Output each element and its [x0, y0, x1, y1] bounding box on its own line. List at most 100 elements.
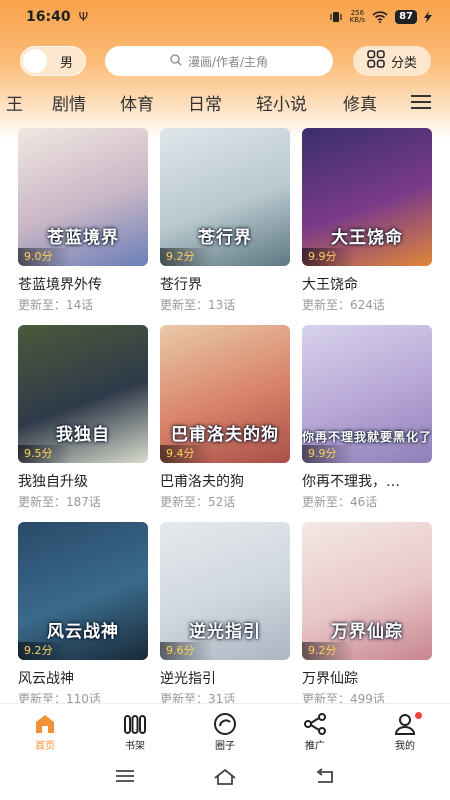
gender-label: 男 — [60, 56, 74, 71]
back-button-icon[interactable] — [314, 768, 336, 790]
comic-card[interactable]: 巴甫洛夫的狗 9.4分 巴甫洛夫的狗 更新至：52话 — [160, 325, 290, 511]
cover-title: 巴甫洛夫的狗 — [171, 425, 279, 445]
cover-title: 风云战神 — [47, 622, 119, 642]
home-icon — [33, 712, 57, 736]
usb-icon: Ψ — [78, 10, 89, 24]
nav-bookshelf[interactable]: 书架 — [90, 704, 180, 756]
comic-title[interactable]: 大王饶命 — [302, 274, 432, 294]
search-placeholder: 漫画/作者/主角 — [187, 54, 269, 69]
vibrate-icon — [329, 11, 343, 23]
tab-light-novel[interactable]: 轻小说 — [256, 90, 307, 115]
comic-title[interactable]: 苍行界 — [160, 274, 290, 294]
rating-badge: 9.2分 — [18, 642, 71, 660]
nav-promote-label: 推广 — [305, 741, 325, 752]
bottom-nav: 首页 书架 圈子 推广 我的 — [0, 703, 450, 755]
comic-card[interactable]: 我独自 9.5分 我独自升级 更新至：187话 — [18, 325, 148, 511]
comic-cover[interactable]: 苍蓝境界 9.0分 — [18, 128, 148, 266]
comic-cover[interactable]: 苍行界 9.2分 — [160, 128, 290, 266]
comic-title[interactable]: 你再不理我，… — [302, 471, 432, 491]
nav-home[interactable]: 首页 — [0, 704, 90, 756]
comic-cover[interactable]: 你再不理我就要黑化了 9.9分 — [302, 325, 432, 463]
menu-button-icon[interactable] — [114, 768, 136, 788]
grid-icon — [367, 50, 385, 72]
comic-title[interactable]: 我独自升级 — [18, 471, 148, 491]
charging-icon — [424, 11, 432, 23]
comic-cover[interactable]: 巴甫洛夫的狗 9.4分 — [160, 325, 290, 463]
system-nav — [0, 758, 450, 800]
user-icon — [393, 712, 417, 736]
tab-cultivation[interactable]: 修真 — [343, 90, 377, 115]
comic-title[interactable]: 苍蓝境界外传 — [18, 274, 148, 294]
rating-badge: 9.2分 — [302, 642, 355, 660]
tab-daily[interactable]: 日常 — [188, 90, 222, 115]
update-status: 更新至：13话 — [160, 298, 236, 312]
cover-title: 万界仙踪 — [331, 622, 403, 642]
nav-home-label: 首页 — [35, 741, 55, 752]
share-icon — [303, 712, 327, 736]
net-speed-unit: KB/s — [349, 16, 366, 24]
comic-cover[interactable]: 我独自 9.5分 — [18, 325, 148, 463]
rating-badge: 9.0分 — [18, 248, 71, 266]
comic-card[interactable]: 风云战神 9.2分 风云战神 更新至：110话 — [18, 522, 148, 708]
comic-card[interactable]: 万界仙踪 9.2分 万界仙踪 更新至：499话 — [302, 522, 432, 708]
comic-title[interactable]: 逆光指引 — [160, 668, 290, 688]
comic-card[interactable]: 你再不理我就要黑化了 9.9分 你再不理我，… 更新至：46话 — [302, 325, 432, 511]
gender-toggle[interactable]: 男 — [20, 46, 86, 76]
comic-cover[interactable]: 万界仙踪 9.2分 — [302, 522, 432, 660]
comic-title[interactable]: 风云战神 — [18, 668, 148, 688]
comic-card[interactable]: 苍蓝境界 9.0分 苍蓝境界外传 更新至：14话 — [18, 128, 148, 314]
battery-indicator: 87 — [395, 10, 417, 24]
category-tabs: 王 剧情 体育 日常 轻小说 修真 — [0, 86, 450, 118]
comic-title[interactable]: 巴甫洛夫的狗 — [160, 471, 290, 491]
update-status: 更新至：52话 — [160, 495, 236, 509]
rating-badge: 9.5分 — [18, 445, 71, 463]
update-status: 更新至：46话 — [302, 495, 378, 509]
nav-circle[interactable]: 圈子 — [180, 704, 270, 756]
search-icon — [170, 53, 182, 69]
comic-title[interactable]: 万界仙踪 — [302, 668, 432, 688]
comic-cover[interactable]: 逆光指引 9.6分 — [160, 522, 290, 660]
home-button-icon[interactable] — [213, 768, 237, 790]
cover-title: 逆光指引 — [189, 622, 261, 642]
tab-sports[interactable]: 体育 — [120, 90, 154, 115]
rating-badge: 9.4分 — [160, 445, 213, 463]
cover-title: 大王饶命 — [331, 228, 403, 248]
update-status: 更新至：14话 — [18, 298, 94, 312]
search-row: 男 漫画/作者/主角 分类 — [0, 44, 450, 78]
rating-badge: 9.2分 — [160, 248, 213, 266]
nav-profile[interactable]: 我的 — [360, 704, 450, 756]
nav-circle-label: 圈子 — [215, 741, 235, 752]
tab-partial[interactable]: 王 — [6, 90, 23, 115]
cover-title: 你再不理我就要黑化了 — [302, 430, 432, 444]
notification-dot — [415, 712, 422, 719]
circle-icon — [213, 712, 237, 736]
cover-title: 苍蓝境界 — [47, 228, 119, 248]
menu-icon[interactable] — [411, 94, 431, 114]
status-bar: 16:40 Ψ 256 KB/s 87 — [0, 0, 450, 34]
search-input[interactable]: 漫画/作者/主角 — [105, 46, 333, 76]
nav-bookshelf-label: 书架 — [125, 741, 145, 752]
toggle-knob — [23, 49, 47, 73]
net-speed: 256 KB/s — [350, 10, 365, 24]
wifi-icon — [372, 11, 388, 23]
comic-card[interactable]: 大王饶命 9.9分 大王饶命 更新至：624话 — [302, 128, 432, 314]
comic-card[interactable]: 苍行界 9.2分 苍行界 更新至：13话 — [160, 128, 290, 314]
rating-badge: 9.6分 — [160, 642, 213, 660]
rating-badge: 9.9分 — [302, 248, 355, 266]
cover-title: 我独自 — [56, 425, 110, 445]
status-time: 16:40 — [26, 9, 71, 25]
category-button[interactable]: 分类 — [353, 46, 431, 76]
tab-drama[interactable]: 剧情 — [52, 90, 86, 115]
update-status: 更新至：624话 — [302, 298, 385, 312]
comic-card[interactable]: 逆光指引 9.6分 逆光指引 更新至：31话 — [160, 522, 290, 708]
update-status: 更新至：187话 — [18, 495, 101, 509]
nav-promote[interactable]: 推广 — [270, 704, 360, 756]
bookshelf-icon — [123, 712, 147, 736]
status-indicators: 256 KB/s 87 — [329, 10, 432, 24]
nav-profile-label: 我的 — [395, 741, 415, 752]
cover-title: 苍行界 — [198, 228, 252, 248]
rating-badge: 9.9分 — [302, 445, 355, 463]
comic-cover[interactable]: 大王饶命 9.9分 — [302, 128, 432, 266]
comic-cover[interactable]: 风云战神 9.2分 — [18, 522, 148, 660]
category-label: 分类 — [390, 55, 417, 71]
